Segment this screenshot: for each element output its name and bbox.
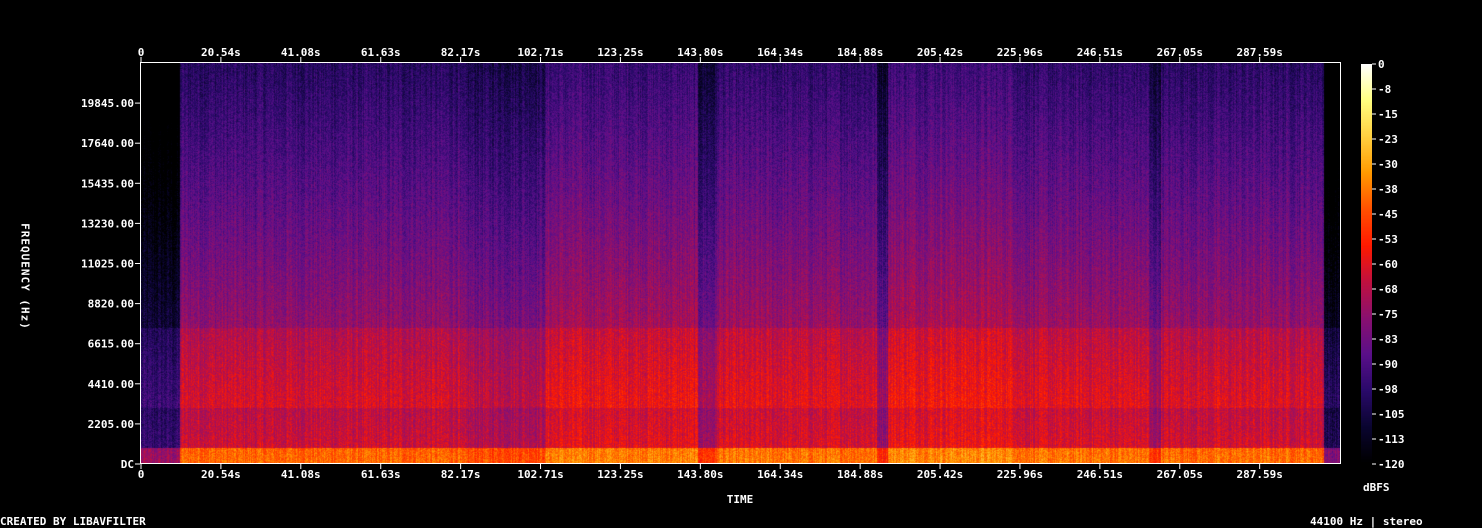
colorbar-tick-label: -83	[1378, 333, 1398, 346]
y-tick-label: 17640.00	[81, 137, 134, 150]
colorbar-tick-label: -23	[1378, 133, 1398, 146]
colorbar-tick-label: -90	[1378, 358, 1398, 371]
y-tick-label: DC	[121, 458, 134, 471]
colorbar-tick-label: -105	[1378, 408, 1405, 421]
x-tick-label-top: 205.42s	[917, 46, 963, 59]
colorbar-tick-label: -98	[1378, 383, 1398, 396]
x-axis-top: 0 20.54s 41.08s 61.63s 82.17s 102.71s 123.25s 1…	[138, 46, 1283, 62]
x-tick-label-top: 267.05s	[1157, 46, 1203, 59]
colorbar-tick-label: 0	[1378, 58, 1385, 71]
x-tick-label-top: 41.08s	[281, 46, 321, 59]
x-tick-label-bottom: 123.25s	[597, 468, 643, 481]
x-axis-bottom: 0 20.54s 41.08s 61.63s 82.17s 102.71s 123.25s 1…	[138, 464, 1283, 481]
x-tick-label-bottom: 61.63s	[361, 468, 401, 481]
x-tick-label-bottom: 20.54s	[201, 468, 241, 481]
x-tick-label-top: 61.63s	[361, 46, 401, 59]
colorbar-tick-label: -60	[1378, 258, 1398, 271]
x-tick-label-bottom: 225.96s	[997, 468, 1043, 481]
colorbar-tick-label: -68	[1378, 283, 1398, 296]
y-tick-label: 6615.00	[88, 338, 134, 351]
x-tick-label-top: 246.51s	[1077, 46, 1123, 59]
footer-created-by: CREATED BY LIBAVFILTER	[0, 515, 146, 528]
x-tick-label-top: 102.71s	[517, 46, 563, 59]
colorbar-label: dBFS	[1363, 481, 1390, 494]
y-tick-label: 4410.00	[88, 378, 134, 391]
x-tick-label-top: 184.88s	[837, 46, 883, 59]
x-tick-label-bottom: 143.80s	[677, 468, 723, 481]
x-tick-label-bottom: 267.05s	[1157, 468, 1203, 481]
spectrogram-plot	[141, 63, 1341, 464]
colorbar-tick-label: -45	[1378, 208, 1398, 221]
x-tick-label-bottom: 82.17s	[441, 468, 481, 481]
colorbar	[1361, 64, 1372, 464]
y-tick-label: 15435.00	[81, 177, 134, 190]
colorbar-tick-label: -120	[1378, 458, 1405, 471]
x-tick-label-bottom: 41.08s	[281, 468, 321, 481]
x-tick-label-bottom: 102.71s	[517, 468, 563, 481]
colorbar-tick-label: -113	[1378, 433, 1405, 446]
y-axis: DC 2205.00 4410.00 6615.00 8820.00 11025.00 13…	[81, 97, 140, 471]
colorbar-axis: 0 -8 -15 -23 -30 -38 -45 -53 -60 -68 -75 -83 -90 -98 -…	[1372, 58, 1405, 471]
y-tick-label: 19845.00	[81, 97, 134, 110]
x-tick-label-bottom: 184.88s	[837, 468, 883, 481]
x-tick-label-top: 164.34s	[757, 46, 803, 59]
x-tick-label-bottom: 164.34s	[757, 468, 803, 481]
y-tick-label: 2205.00	[88, 418, 134, 431]
colorbar-tick-label: -53	[1378, 233, 1398, 246]
x-tick-label-top: 82.17s	[441, 46, 481, 59]
colorbar-tick-label: -75	[1378, 308, 1398, 321]
x-tick-label-bottom: 246.51s	[1077, 468, 1123, 481]
colorbar-tick-label: -8	[1378, 83, 1391, 96]
colorbar-tick-label: -38	[1378, 183, 1398, 196]
x-tick-label-top: 123.25s	[597, 46, 643, 59]
y-tick-label: 8820.00	[88, 298, 134, 311]
colorbar-tick-label: -15	[1378, 108, 1398, 121]
colorbar-tick-label: -30	[1378, 158, 1398, 171]
x-tick-label-top: 225.96s	[997, 46, 1043, 59]
y-tick-label: 11025.00	[81, 258, 134, 271]
x-axis-label: TIME	[726, 493, 754, 506]
x-tick-label-top: 287.59s	[1236, 46, 1282, 59]
x-tick-label-bottom: 205.42s	[917, 468, 963, 481]
x-tick-label-top: 143.80s	[677, 46, 723, 59]
x-tick-label-top: 20.54s	[201, 46, 241, 59]
footer-sample-info: 44100 Hz | stereo	[1310, 515, 1423, 528]
x-tick-label-bottom: 287.59s	[1236, 468, 1282, 481]
y-tick-label: 13230.00	[81, 217, 134, 230]
